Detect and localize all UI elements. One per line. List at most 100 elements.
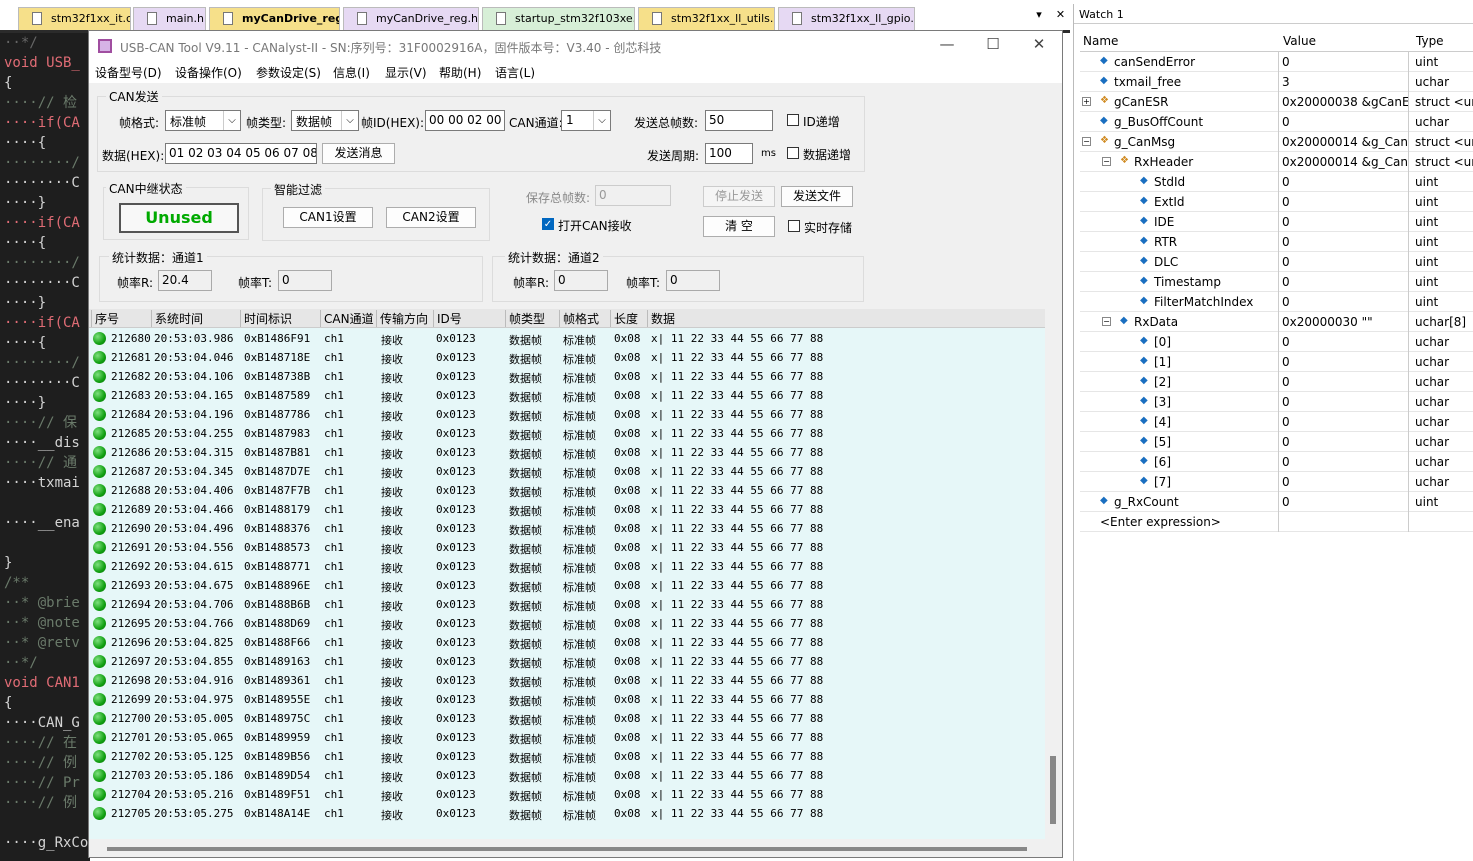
data-increment-checkbox[interactable]: 数据递增 (787, 146, 851, 163)
grid-row[interactable]: 212698 20:53:04.916 0xB1489361 ch1 接收 0x0123 数… (89, 671, 1045, 690)
watch-row[interactable]: ◆ FilterMatchIndex 0 uint (1080, 292, 1473, 312)
watch-row[interactable]: ◆ Timestamp 0 uint (1080, 272, 1473, 292)
grid-column-header[interactable]: 帧格式 (559, 310, 599, 327)
grid-row[interactable]: 212688 20:53:04.406 0xB1487F7B ch1 接收 0x0123 数… (89, 481, 1045, 500)
watch-var-value[interactable]: 0 (1278, 252, 1408, 272)
grid-row[interactable]: 212680 20:53:03.986 0xB1486F91 ch1 接收 0x0123 数… (89, 329, 1045, 348)
menu-info[interactable]: 信息(I) (333, 64, 370, 81)
watch-var-value[interactable]: 0 (1278, 332, 1408, 352)
code-editor[interactable]: ··*/ void USB_ {····// 检 ····if(CA ····{····… (0, 33, 90, 861)
watch-row[interactable]: ◆ g_BusOffCount 0 uchar (1080, 112, 1473, 132)
watch-var-value[interactable]: 0 (1278, 292, 1408, 312)
can-channel-select[interactable]: 1 ⌵ (561, 110, 611, 131)
frame-id-input[interactable]: 00 00 02 00 (425, 110, 505, 131)
maximize-button[interactable]: ☐ (970, 35, 1016, 57)
enter-expression-row[interactable]: <Enter expression> (1080, 512, 1473, 532)
watch-row[interactable]: ◆ ExtId 0 uint (1080, 192, 1473, 212)
watch-col-type[interactable]: Type (1416, 34, 1444, 48)
tab-list-dropdown-button[interactable]: ▾ (1030, 8, 1048, 21)
editor-tab[interactable]: main.h (133, 7, 206, 30)
grid-column-header[interactable]: 系统时间 (151, 310, 203, 327)
watch-row[interactable]: ◆ [4] 0 uchar (1080, 412, 1473, 432)
menu-device-operation[interactable]: 设备操作(O) (175, 64, 242, 81)
collapse-icon[interactable]: − (1102, 317, 1111, 326)
watch-row[interactable]: ◆ [7] 0 uchar (1080, 472, 1473, 492)
watch-row[interactable]: ◆ [3] 0 uchar (1080, 392, 1473, 412)
watch-var-value[interactable]: 0 (1278, 492, 1408, 512)
menu-device-model[interactable]: 设备型号(D) (95, 64, 162, 81)
grid-row[interactable]: 212703 20:53:05.186 0xB1489D54 ch1 接收 0x0123 数… (89, 766, 1045, 785)
grid-row[interactable]: 212697 20:53:04.855 0xB1489163 ch1 接收 0x0123 数… (89, 652, 1045, 671)
watch-row[interactable]: ◆ DLC 0 uint (1080, 252, 1473, 272)
can1-settings-button[interactable]: CAN1设置 (283, 207, 373, 228)
grid-row[interactable]: 212696 20:53:04.825 0xB1488F66 ch1 接收 0x0123 数… (89, 633, 1045, 652)
send-period-input[interactable]: 100 (705, 143, 753, 164)
watch-col-name[interactable]: Name (1083, 34, 1118, 48)
send-file-button[interactable]: 发送文件 (781, 186, 853, 207)
editor-tab[interactable]: stm32f1xx_ll_utils.c (638, 7, 775, 30)
watch-var-value[interactable]: 0 (1278, 232, 1408, 252)
grid-column-header[interactable]: 时间标识 (240, 310, 292, 327)
stop-send-button[interactable]: 停止发送 (703, 186, 775, 207)
total-frames-input[interactable]: 50 (705, 110, 773, 131)
watch-row[interactable]: − ◆ RxData 0x20000030 "" uchar[8] (1080, 312, 1473, 332)
watch-var-value[interactable]: 0x20000038 &gCanESR (1278, 92, 1408, 112)
frame-type-select[interactable]: 数据帧 ⌵ (291, 110, 359, 131)
grid-row[interactable]: 212702 20:53:05.125 0xB1489B56 ch1 接收 0x0123 数… (89, 747, 1045, 766)
watch-row[interactable]: ◆ g_RxCount 0 uint (1080, 492, 1473, 512)
grid-row[interactable]: 212689 20:53:04.466 0xB1488179 ch1 接收 0x0123 数… (89, 500, 1045, 519)
editor-tab[interactable]: stm32f1xx_ll_gpio.h (778, 7, 915, 30)
menu-display[interactable]: 显示(V) (385, 64, 427, 81)
watch-var-value[interactable]: 0 (1278, 172, 1408, 192)
watch-row[interactable]: + ❖ gCanESR 0x20000038 &gCanESRstruct <unta… (1080, 92, 1473, 112)
enter-expression-input[interactable]: <Enter expression> (1100, 515, 1221, 529)
watch-row[interactable]: ◆ RTR 0 uint (1080, 232, 1473, 252)
collapse-icon[interactable]: − (1082, 137, 1091, 146)
watch-var-value[interactable]: 0 (1278, 392, 1408, 412)
watch-row[interactable]: −❖ RxHeader 0x20000014 &g_CanMsgstruct <un… (1080, 152, 1473, 172)
minimize-button[interactable]: — (924, 35, 970, 57)
grid-row[interactable]: 212693 20:53:04.675 0xB148896E ch1 接收 0x0123 数… (89, 576, 1045, 595)
editor-tab[interactable]: myCanDrive_reg.h (343, 7, 479, 30)
id-increment-checkbox[interactable]: ID递增 (787, 113, 840, 130)
grid-row[interactable]: 212686 20:53:04.315 0xB1487B81 ch1 接收 0x0123 数… (89, 443, 1045, 462)
menu-parameters[interactable]: 参数设定(S) (256, 64, 321, 81)
editor-tab[interactable]: stm32f1xx_it.c (18, 7, 131, 30)
watch-row[interactable]: −❖ g_CanMsg 0x20000014 &g_CanMsgstruct <un… (1080, 132, 1473, 152)
watch-var-value[interactable]: 0x20000014 &g_CanMsg (1278, 132, 1408, 152)
grid-column-header[interactable]: CAN通道 (320, 310, 374, 327)
grid-column-header[interactable]: 帧类型 (505, 310, 545, 327)
grid-column-header[interactable]: 长度 (610, 310, 638, 327)
frame-format-select[interactable]: 标准帧 ⌵ (165, 110, 241, 131)
open-can-receive-checkbox[interactable]: ✓ 打开CAN接收 (542, 217, 632, 234)
grid-row[interactable]: 212682 20:53:04.106 0xB148738B ch1 接收 0x0123 数… (89, 367, 1045, 386)
grid-row[interactable]: 212699 20:53:04.975 0xB148955E ch1 接收 0x0123 数… (89, 690, 1045, 709)
menu-help[interactable]: 帮助(H) (439, 64, 481, 81)
watch-row[interactable]: ◆ [1] 0 uchar (1080, 352, 1473, 372)
grid-row[interactable]: 212701 20:53:05.065 0xB1489959 ch1 接收 0x0123 数… (89, 728, 1045, 747)
watch-var-value[interactable]: 0 (1278, 372, 1408, 392)
can2-settings-button[interactable]: CAN2设置 (386, 207, 476, 228)
watch-row[interactable]: ◆ [0] 0 uchar (1080, 332, 1473, 352)
grid-horizontal-scroll-thumb[interactable] (107, 847, 1027, 851)
grid-column-header[interactable]: ID号 (433, 310, 462, 327)
grid-row[interactable]: 212685 20:53:04.255 0xB1487983 ch1 接收 0x0123 数… (89, 424, 1045, 443)
watch-var-value[interactable]: 0 (1278, 432, 1408, 452)
watch-row[interactable]: ◆ txmail_free 3 uchar (1080, 72, 1473, 92)
editor-tab[interactable]: myCanDrive_reg.c (209, 7, 340, 30)
grid-row[interactable]: 212687 20:53:04.345 0xB1487D7E ch1 接收 0x0123 数… (89, 462, 1045, 481)
grid-row[interactable]: 212683 20:53:04.165 0xB1487589 ch1 接收 0x0123 数… (89, 386, 1045, 405)
watch-row[interactable]: ◆ [6] 0 uchar (1080, 452, 1473, 472)
data-hex-input[interactable]: 01 02 03 04 05 06 07 08 (165, 143, 317, 164)
watch-var-value[interactable]: 0 (1278, 352, 1408, 372)
watch-row[interactable]: ◆ IDE 0 uint (1080, 212, 1473, 232)
send-message-button[interactable]: 发送消息 (322, 143, 395, 164)
grid-row[interactable]: 212705 20:53:05.275 0xB148A14E ch1 接收 0x0123 数… (89, 804, 1045, 823)
watch-var-value[interactable]: 0 (1278, 52, 1408, 72)
editor-tab[interactable]: startup_stm32f103xe.s (482, 7, 635, 30)
grid-scroll-thumb[interactable] (1050, 756, 1056, 824)
grid-row[interactable]: 212704 20:53:05.216 0xB1489F51 ch1 接收 0x0123 数… (89, 785, 1045, 804)
watch-row[interactable]: ◆ StdId 0 uint (1080, 172, 1473, 192)
grid-column-header[interactable]: 数据 (647, 310, 675, 327)
watch-var-value[interactable]: 0 (1278, 452, 1408, 472)
